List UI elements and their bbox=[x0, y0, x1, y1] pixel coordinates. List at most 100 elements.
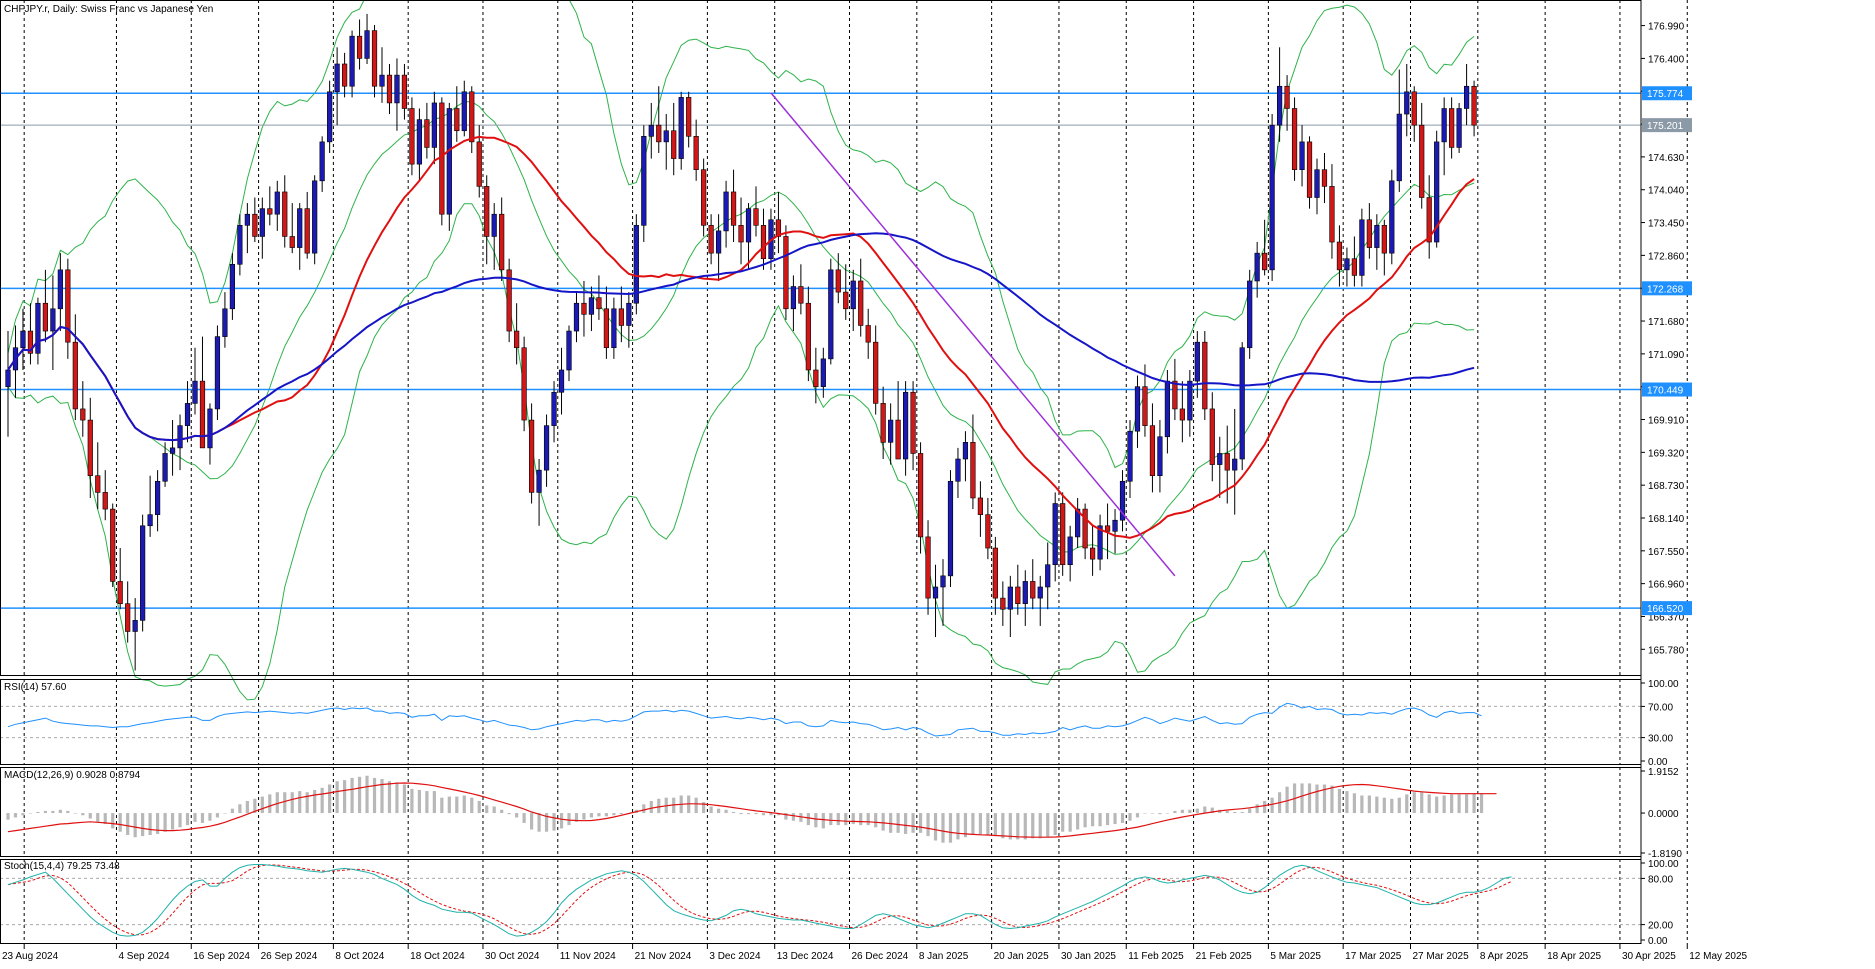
macd-histogram-bar bbox=[1420, 792, 1424, 814]
macd-histogram-bar bbox=[432, 791, 436, 814]
macd-histogram-bar bbox=[1158, 813, 1162, 815]
rsi-tick-label: 70.00 bbox=[1648, 702, 1673, 713]
macd-tick-label: 0.0000 bbox=[1648, 809, 1679, 820]
bear-candle bbox=[858, 280, 864, 326]
macd-histogram-bar bbox=[395, 782, 399, 814]
macd-histogram-bar bbox=[829, 813, 833, 826]
bear-candle bbox=[386, 74, 393, 104]
macd-histogram-bar bbox=[1165, 813, 1169, 814]
bear-candle bbox=[476, 141, 482, 187]
macd-histogram-bar bbox=[492, 806, 496, 814]
macd-histogram-bar bbox=[941, 813, 945, 843]
macd-histogram-bar bbox=[582, 813, 586, 820]
macd-histogram-bar bbox=[290, 792, 294, 814]
bear-candle bbox=[1291, 108, 1298, 170]
macd-histogram-bar bbox=[1382, 797, 1386, 814]
macd-histogram-bar bbox=[88, 813, 92, 819]
macd-histogram-bar bbox=[1367, 795, 1371, 814]
bear-candle bbox=[873, 341, 879, 404]
bull-candle bbox=[633, 225, 639, 304]
bull-candle bbox=[237, 225, 243, 265]
macd-histogram-bar bbox=[66, 810, 70, 814]
macd-histogram-bar bbox=[836, 813, 840, 826]
bull-candle bbox=[5, 369, 11, 387]
bear-candle bbox=[341, 63, 348, 87]
macd-histogram-bar bbox=[328, 784, 332, 814]
macd-histogram-bar bbox=[447, 796, 451, 814]
bear-candle bbox=[484, 186, 490, 237]
macd-histogram-bar bbox=[313, 789, 317, 814]
macd-histogram-bar bbox=[36, 811, 40, 814]
macd-histogram-bar bbox=[470, 797, 474, 814]
macd-histogram-bar bbox=[111, 813, 115, 829]
macd-histogram-bar bbox=[96, 813, 100, 822]
macd-histogram-bar bbox=[58, 809, 62, 814]
bear-candle bbox=[1104, 525, 1111, 532]
macd-histogram-bar bbox=[238, 804, 242, 814]
macd-histogram-bar bbox=[350, 777, 354, 814]
macd-histogram-bar bbox=[1128, 813, 1132, 821]
rsi-label: RSI(14) 57.60 bbox=[4, 682, 67, 693]
macd-histogram-bar bbox=[1240, 811, 1244, 814]
bull-candle bbox=[297, 208, 303, 248]
bull-candle bbox=[57, 269, 63, 310]
bull-candle bbox=[543, 425, 550, 471]
macd-histogram-bar bbox=[73, 813, 77, 814]
bear-candle bbox=[1262, 252, 1268, 271]
level-price-tag: 170.449 bbox=[1647, 386, 1684, 397]
macd-tick-label: 1.9152 bbox=[1648, 767, 1679, 778]
macd-histogram-bar bbox=[559, 813, 564, 829]
bear-candle bbox=[110, 508, 116, 582]
bull-candle bbox=[461, 91, 467, 132]
macd-histogram-bar bbox=[1038, 813, 1042, 839]
macd-histogram-bar bbox=[283, 792, 287, 814]
bear-candle bbox=[783, 236, 789, 310]
macd-histogram-bar bbox=[185, 813, 190, 826]
macd-histogram-bar bbox=[1180, 809, 1184, 814]
bear-candle bbox=[499, 213, 505, 271]
bear-candle bbox=[1060, 503, 1066, 566]
macd-histogram-bar bbox=[866, 813, 870, 826]
date-tick-label: 12 May 2025 bbox=[1689, 951, 1747, 962]
stoch-tick-label: 80.00 bbox=[1648, 874, 1673, 885]
bear-candle bbox=[895, 419, 901, 460]
panel-frame-rsi bbox=[0, 679, 1642, 765]
macd-histogram-bar bbox=[978, 813, 982, 836]
bear-candle bbox=[125, 603, 131, 632]
bear-candle bbox=[671, 130, 677, 159]
macd-histogram-bar bbox=[1031, 813, 1035, 839]
date-tick-label: 21 Feb 2025 bbox=[1196, 951, 1253, 962]
macd-histogram-bar bbox=[709, 806, 713, 814]
macd-histogram-bar bbox=[1263, 800, 1267, 814]
bull-candle bbox=[1112, 519, 1118, 532]
bull-candle bbox=[1157, 436, 1163, 477]
macd-histogram-bar bbox=[948, 813, 953, 843]
bull-candle bbox=[184, 403, 191, 426]
bull-candle bbox=[1127, 430, 1133, 482]
bear-candle bbox=[1209, 408, 1215, 465]
bear-candle bbox=[701, 169, 707, 226]
chart-symbol-title: CHFJPY.r, Daily: Swiss Franc vs Japanese… bbox=[4, 4, 214, 15]
bull-candle bbox=[1299, 141, 1305, 170]
macd-histogram-bar bbox=[230, 808, 234, 814]
macd-histogram-bar bbox=[896, 813, 900, 833]
bull-candle bbox=[207, 408, 213, 449]
bear-candle bbox=[282, 191, 288, 237]
macd-histogram-bar bbox=[597, 813, 601, 817]
bear-candle bbox=[117, 581, 123, 604]
macd-histogram-bar bbox=[567, 813, 571, 826]
bull-candle bbox=[35, 302, 41, 354]
macd-histogram-bar bbox=[1270, 797, 1274, 814]
macd-histogram-bar bbox=[133, 813, 137, 838]
macd-histogram-bar bbox=[118, 813, 122, 832]
macd-histogram-bar bbox=[1345, 791, 1349, 814]
bull-candle bbox=[1254, 252, 1260, 282]
bull-candle bbox=[790, 286, 796, 310]
rsi-tick-label: 30.00 bbox=[1648, 734, 1673, 745]
bear-candle bbox=[469, 91, 475, 143]
bear-candle bbox=[1202, 341, 1208, 410]
bear-candle bbox=[708, 225, 714, 254]
macd-histogram-bar bbox=[530, 813, 534, 830]
macd-histogram-bar bbox=[1046, 813, 1050, 838]
macd-histogram-bar bbox=[170, 813, 175, 830]
